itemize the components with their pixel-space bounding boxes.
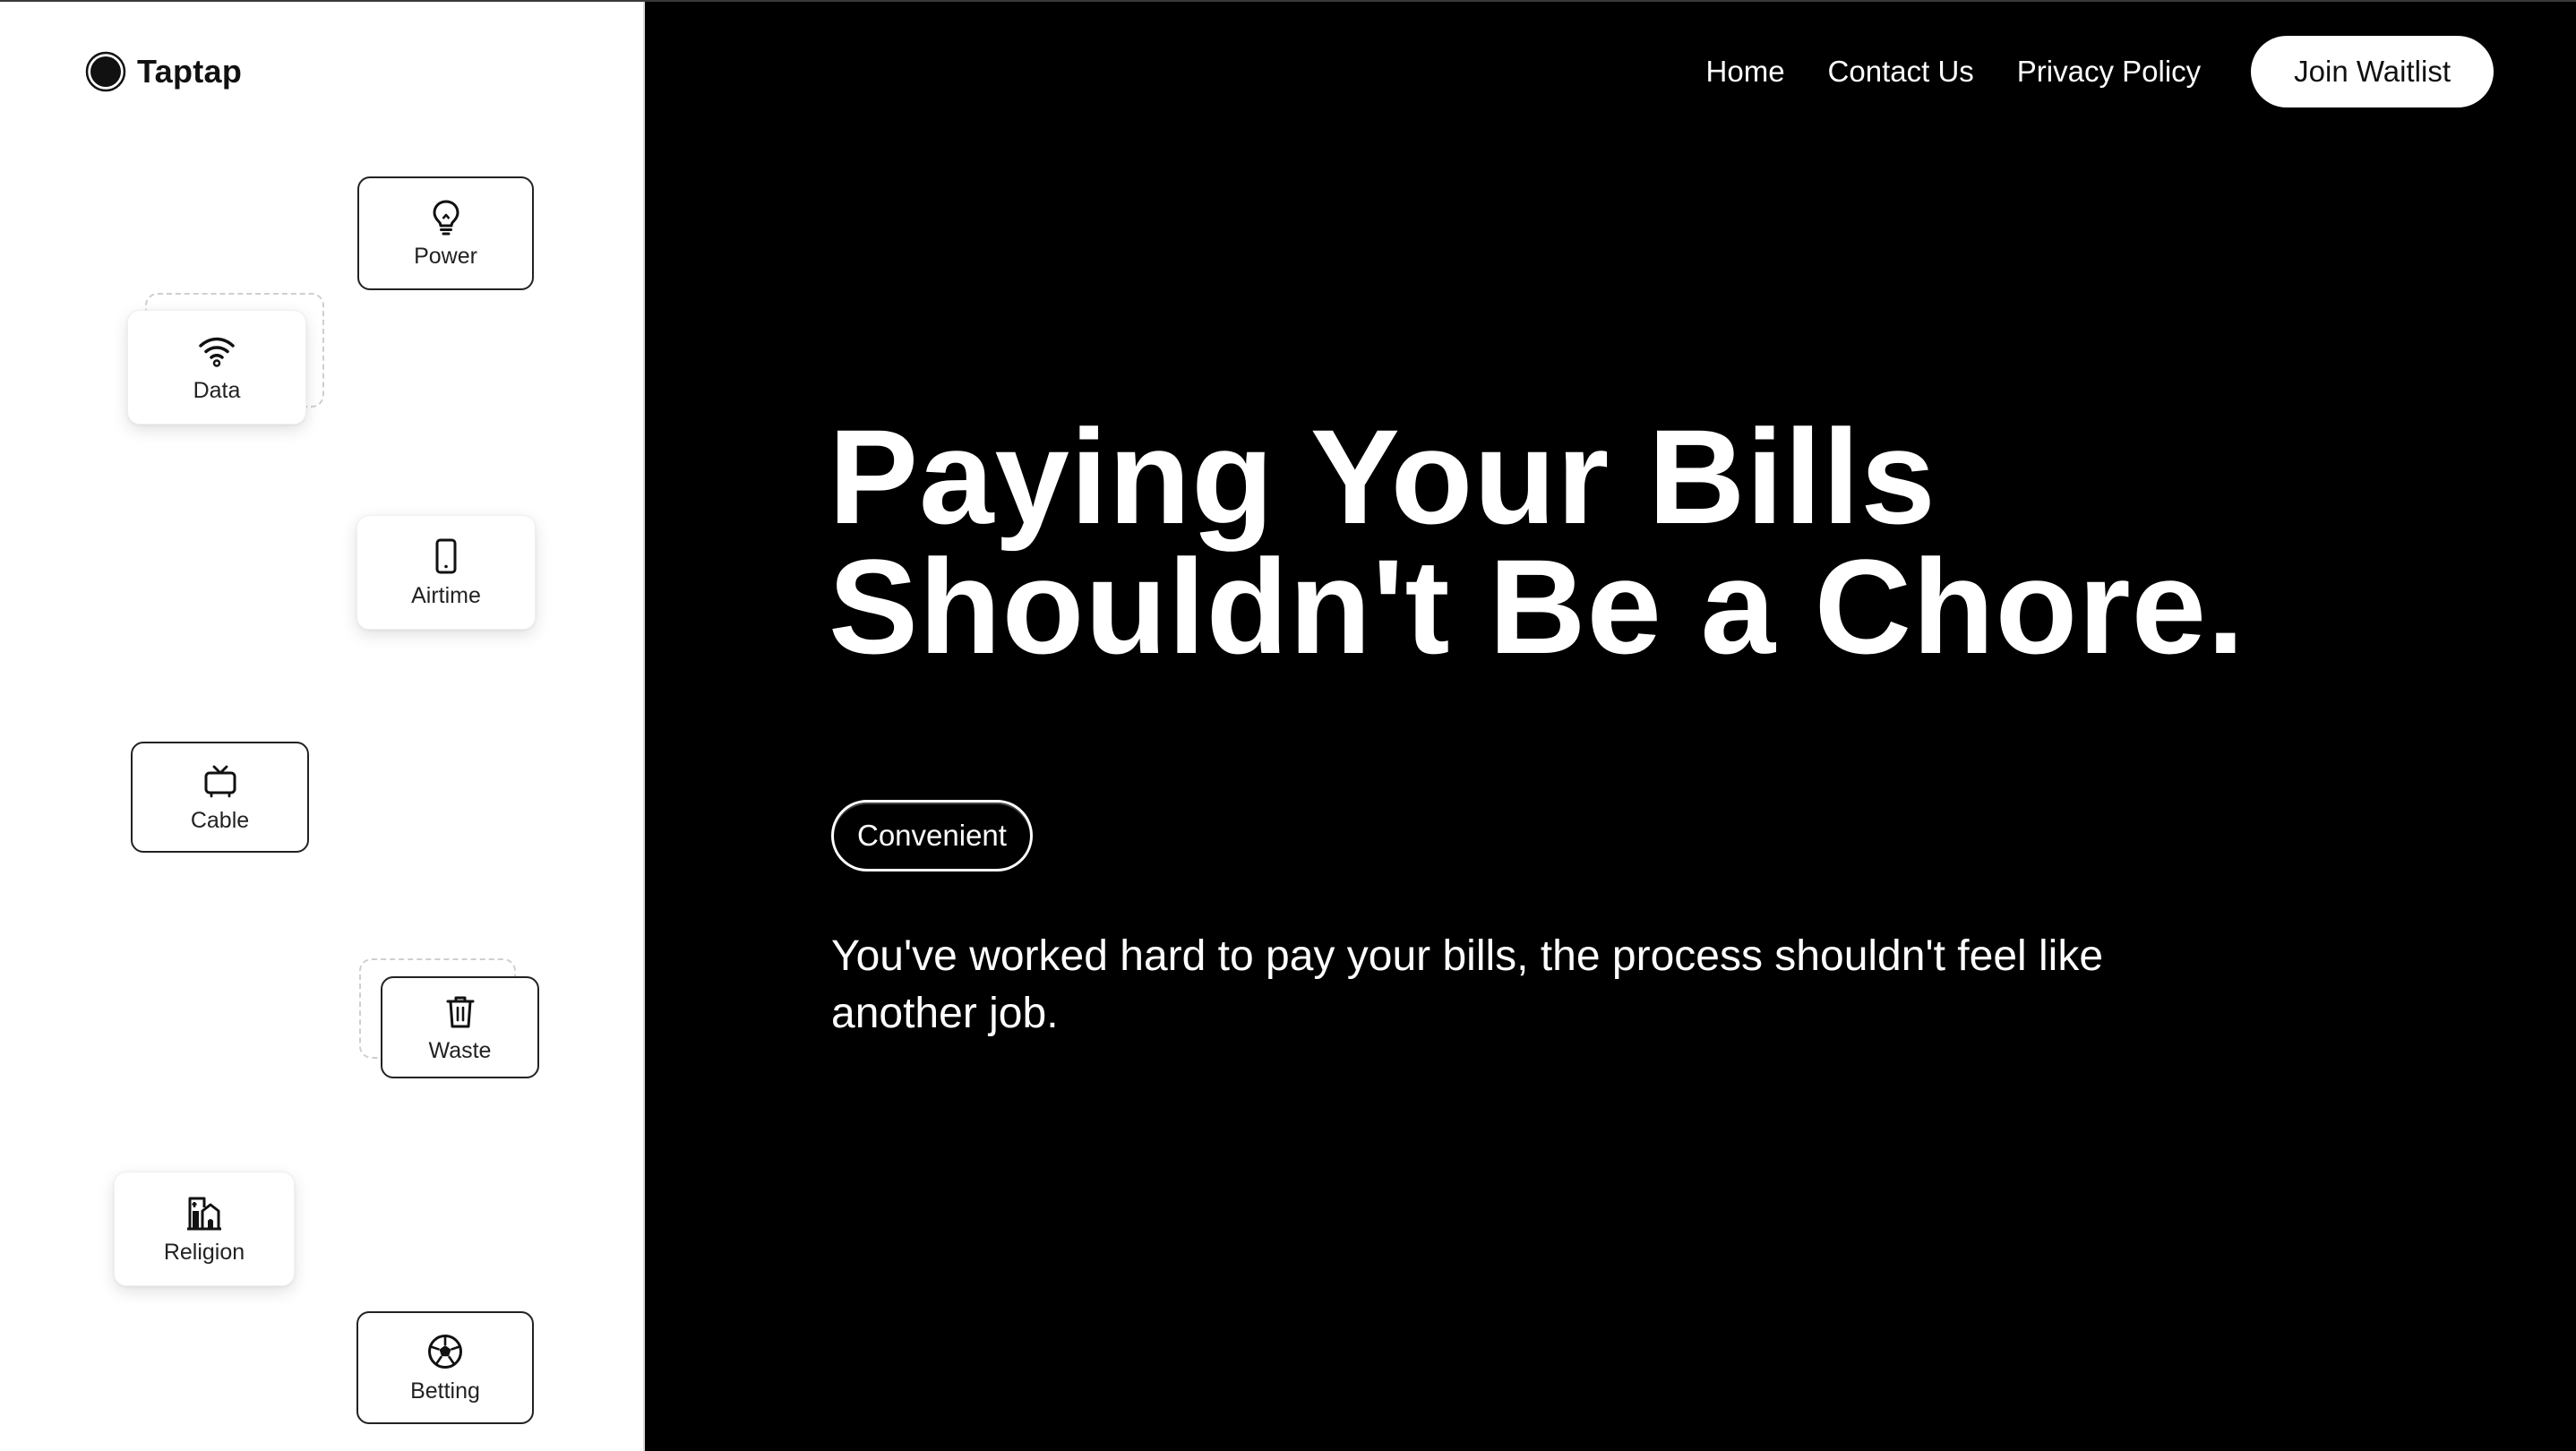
hero-title-line-1: Paying Your Bills: [829, 401, 1936, 552]
service-tile-data[interactable]: Data: [127, 310, 306, 425]
phone-icon: [435, 538, 457, 573]
service-tile-cable[interactable]: Cable: [131, 742, 309, 853]
convenient-pill: Convenient: [831, 800, 1033, 871]
service-label: Betting: [410, 1378, 480, 1404]
hero-title: Paying Your Bills Shouldn't Be a Chore.: [829, 401, 2245, 682]
page: Taptap Power Data Airtime Cable Waste Re…: [0, 0, 2576, 1451]
nav-link-privacy-policy[interactable]: Privacy Policy: [2017, 55, 2201, 89]
service-tile-airtime[interactable]: Airtime: [356, 515, 536, 630]
join-waitlist-button[interactable]: Join Waitlist: [2251, 36, 2494, 107]
nav-link-contact-us[interactable]: Contact Us: [1828, 55, 1974, 89]
service-label: Cable: [190, 807, 250, 833]
services-panel: Taptap Power Data Airtime Cable Waste Re…: [0, 2, 645, 1451]
tv-icon: [204, 765, 236, 797]
service-label: Waste: [428, 1037, 492, 1063]
lightbulb-icon: [433, 200, 459, 236]
hero-title-line-2: Shouldn't Be a Chore.: [829, 531, 2245, 682]
brand-logo-icon: [85, 51, 126, 92]
soccer-ball-icon: [428, 1334, 462, 1369]
service-label: Power: [414, 244, 477, 269]
service-tile-waste[interactable]: Waste: [381, 976, 539, 1078]
wifi-icon: [199, 337, 235, 367]
service-tile-betting[interactable]: Betting: [356, 1311, 534, 1424]
trash-icon: [446, 996, 474, 1027]
top-divider: [0, 0, 2576, 2]
service-label: Airtime: [411, 582, 481, 608]
church-icon: [187, 1197, 221, 1230]
nav-link-home[interactable]: Home: [1706, 55, 1785, 89]
hero-subtitle: You've worked hard to pay your bills, th…: [831, 932, 2104, 1037]
top-nav: Home Contact Us Privacy Policy Join Wait…: [1706, 36, 2494, 107]
service-tile-religion[interactable]: Religion: [114, 1172, 295, 1286]
service-tile-power[interactable]: Power: [357, 176, 534, 290]
brand-link[interactable]: Taptap: [85, 51, 242, 92]
service-label: Religion: [163, 1239, 245, 1265]
brand-name: Taptap: [137, 53, 243, 90]
service-label: Data: [193, 377, 241, 403]
